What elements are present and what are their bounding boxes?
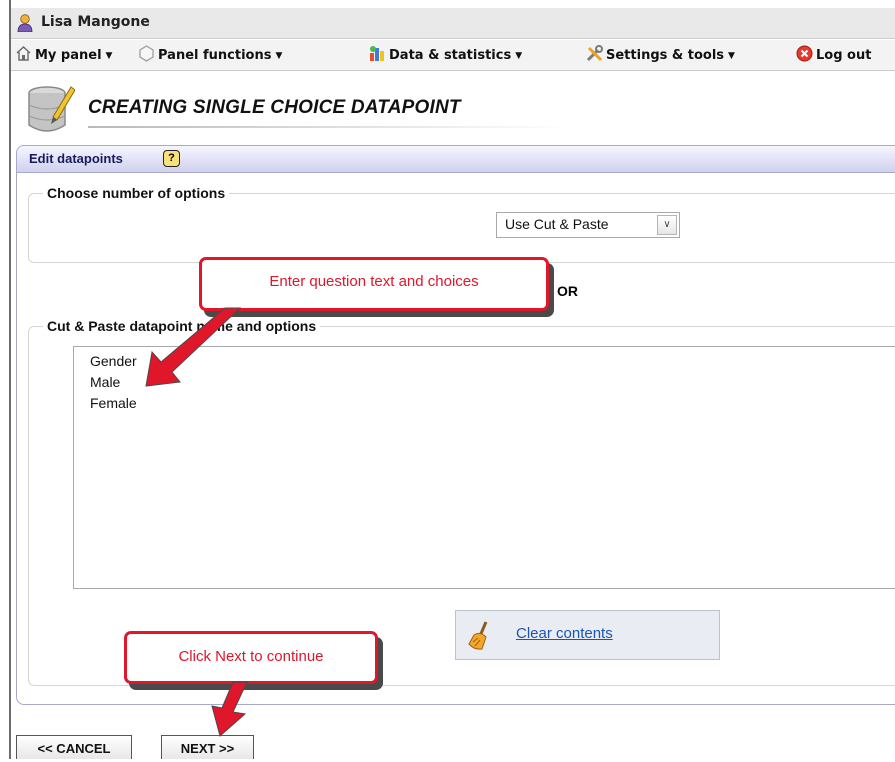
- page-title: CREATING SINGLE CHOICE DATAPOINT: [88, 97, 461, 118]
- clear-contents-link[interactable]: Clear contents: [516, 625, 613, 642]
- hexagon-icon: [139, 45, 154, 62]
- next-button[interactable]: NEXT >>: [161, 735, 254, 759]
- textarea-line: Female: [90, 395, 137, 411]
- textarea-line: Male: [90, 374, 121, 390]
- stats-icon: [370, 46, 384, 61]
- menu-data-statistics[interactable]: Data & statistics ▼: [369, 45, 522, 65]
- menu-bar: My panel ▼ Panel functions ▼ Data & statis…: [11, 40, 895, 71]
- database-pencil-icon: [28, 86, 75, 132]
- broom-icon: [468, 621, 488, 650]
- home-icon: [16, 46, 31, 61]
- options-select[interactable]: Use Cut & Paste ∨: [496, 212, 680, 238]
- panel-title: Edit datapoints: [29, 151, 123, 166]
- options-select-value: Use Cut & Paste: [505, 216, 609, 232]
- menu-panel-functions[interactable]: Panel functions ▼: [138, 45, 282, 65]
- menu-settings-tools[interactable]: Settings & tools ▼: [586, 45, 735, 65]
- textarea-line: Gender: [90, 353, 137, 369]
- window-border: [9, 0, 11, 759]
- user-bar: Lisa Mangone: [11, 8, 895, 39]
- or-label: OR: [557, 283, 578, 299]
- callout-enter-text: Enter question text and choices: [199, 257, 549, 311]
- user-icon: [17, 14, 33, 32]
- tools-icon: [586, 45, 603, 62]
- logout-icon: [796, 45, 813, 62]
- paste-section-legend: Cut & Paste datapoint name and options: [47, 318, 317, 334]
- callout-click-next: Click Next to continue: [124, 631, 378, 684]
- user-name: Lisa Mangone: [41, 14, 150, 30]
- cancel-button[interactable]: << CANCEL: [16, 735, 132, 759]
- menu-log-out[interactable]: Log out: [796, 45, 871, 65]
- clear-contents-box[interactable]: Clear contents: [455, 610, 720, 660]
- chevron-down-icon[interactable]: ∨: [657, 215, 677, 235]
- title-divider: [88, 126, 568, 128]
- choose-options-legend: Choose number of options: [47, 185, 226, 201]
- datapoint-textarea[interactable]: Gender Male Female: [73, 346, 895, 589]
- choose-options-section: Choose number of options: [28, 185, 895, 263]
- help-icon[interactable]: ?: [163, 150, 180, 167]
- menu-my-panel[interactable]: My panel ▼: [15, 45, 112, 65]
- panel-header: Edit datapoints ?: [17, 146, 895, 173]
